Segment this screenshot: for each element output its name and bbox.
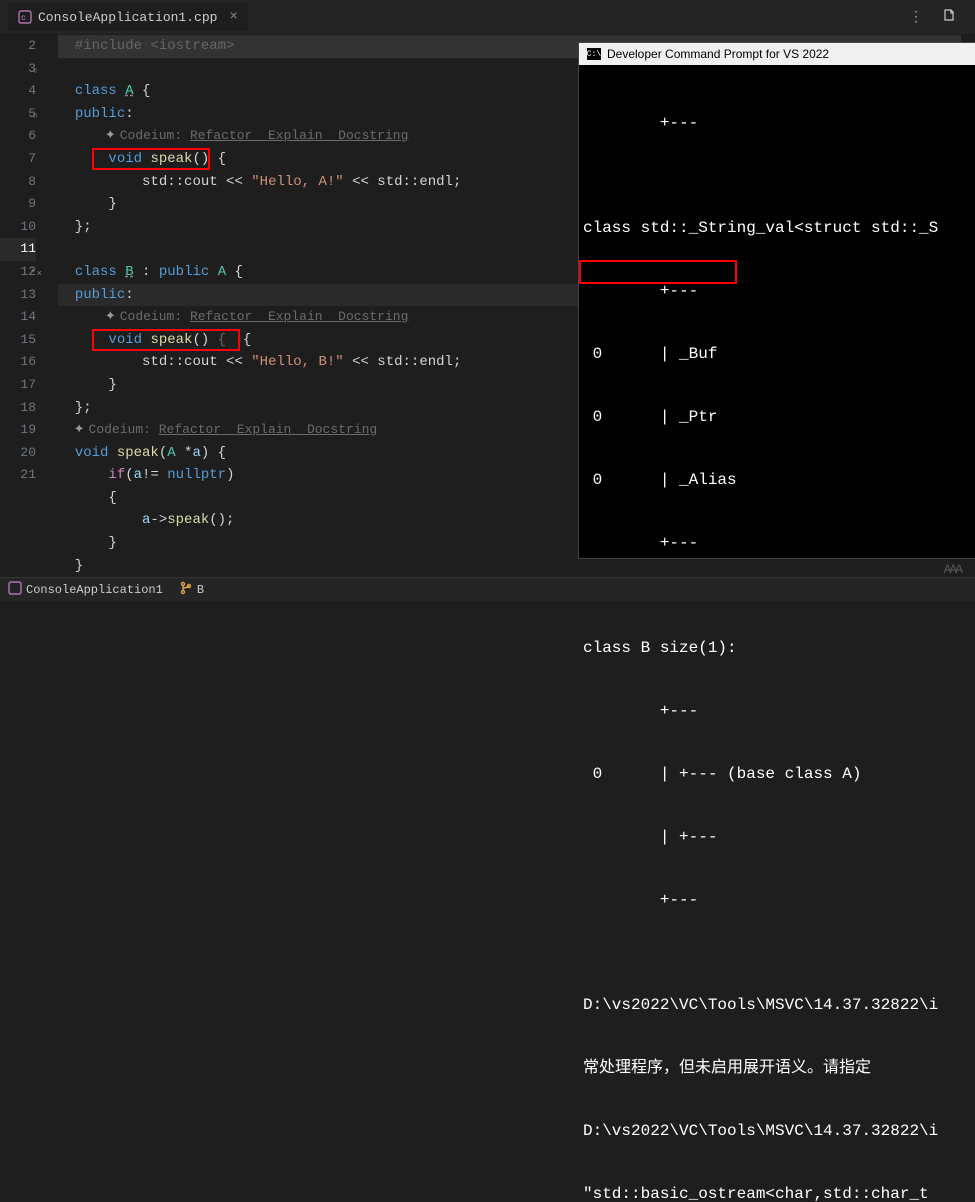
line-number: 15 bbox=[0, 329, 36, 352]
sparkle-icon: ✦ bbox=[105, 128, 116, 143]
more-icon[interactable]: ⋮ bbox=[909, 9, 923, 26]
line-number: 2 bbox=[0, 35, 36, 58]
project-icon bbox=[8, 581, 22, 599]
status-branch-name: B bbox=[197, 583, 204, 597]
gutter-marker-icon: ○ bbox=[33, 60, 38, 83]
terminal-line: 常处理程序，但未启用展开语义。请指定 bbox=[583, 1058, 973, 1079]
terminal-line: 0 | _Ptr bbox=[583, 407, 973, 428]
line-number: 13 bbox=[0, 284, 36, 307]
terminal-line: | +--- bbox=[583, 827, 973, 848]
line-number: 5○ bbox=[0, 103, 36, 126]
terminal-line: 0 | +--- (base class A) bbox=[583, 764, 973, 785]
terminal-title-bar[interactable]: C:\ Developer Command Prompt for VS 2022 bbox=[579, 43, 975, 65]
svg-text:c: c bbox=[21, 14, 26, 23]
editor-tab-bar: c ConsoleApplication1.cpp × ⋮ bbox=[0, 0, 975, 35]
line-number: 6 bbox=[0, 125, 36, 148]
line-number: 4 bbox=[0, 80, 36, 103]
line-number: 19 bbox=[0, 419, 36, 442]
line-number: 8 bbox=[0, 171, 36, 194]
line-gutter: 2 3○ 4 5○ 6 7 8 9 10 11 12⌃× 13 14 15 16… bbox=[0, 35, 50, 577]
status-branch[interactable]: B bbox=[179, 581, 204, 599]
status-project-name: ConsoleApplication1 bbox=[26, 583, 163, 597]
line-number: 14 bbox=[0, 306, 36, 329]
terminal-line: +--- bbox=[583, 890, 973, 911]
terminal-line: 0 | _Alias bbox=[583, 470, 973, 491]
file-tab[interactable]: c ConsoleApplication1.cpp × bbox=[8, 3, 248, 31]
line-number: 11 bbox=[0, 238, 36, 261]
terminal-line: D:\vs2022\VC\Tools\MSVC\14.37.32822\i bbox=[583, 995, 973, 1016]
terminal-line: class std::_String_val<struct std::_S bbox=[583, 218, 973, 239]
terminal-line: D:\vs2022\VC\Tools\MSVC\14.37.32822\i bbox=[583, 1121, 973, 1142]
notification-icon[interactable] bbox=[941, 7, 957, 28]
line-number: 9 bbox=[0, 193, 36, 216]
close-icon[interactable]: × bbox=[229, 9, 237, 25]
terminal-line: 0 | _Buf bbox=[583, 344, 973, 365]
line-number: 21 bbox=[0, 464, 36, 487]
line-number: 3○ bbox=[0, 58, 36, 81]
tab-filename: ConsoleApplication1.cpp bbox=[38, 10, 217, 25]
line-number: 10 bbox=[0, 216, 36, 239]
gutter-marker-icon: ○ bbox=[33, 105, 38, 128]
terminal-line: class B size(1): bbox=[583, 638, 973, 659]
terminal-body[interactable]: +--- class std::_String_val<struct std::… bbox=[579, 65, 975, 1202]
line-number: 20 bbox=[0, 442, 36, 465]
terminal-line: +--- bbox=[583, 113, 973, 134]
line-number: 16 bbox=[0, 351, 36, 374]
line-number: 12⌃× bbox=[0, 261, 36, 284]
terminal-line: "std::basic_ostream<char,std::char_t bbox=[583, 1184, 973, 1202]
line-number: 17 bbox=[0, 374, 36, 397]
line-number: 7 bbox=[0, 148, 36, 171]
status-project[interactable]: ConsoleApplication1 bbox=[8, 581, 163, 599]
terminal-window[interactable]: C:\ Developer Command Prompt for VS 2022… bbox=[578, 42, 975, 559]
branch-icon bbox=[179, 581, 193, 599]
terminal-line: +--- bbox=[583, 533, 973, 554]
line-number: 18 bbox=[0, 397, 36, 420]
cmd-icon: C:\ bbox=[587, 48, 601, 60]
cpp-file-icon: c bbox=[18, 10, 32, 24]
gutter-marker-icon: ⌃× bbox=[29, 263, 42, 286]
sparkle-icon: ✦ bbox=[105, 309, 116, 324]
sparkle-icon: ✦ bbox=[74, 422, 85, 437]
terminal-line: +--- bbox=[583, 281, 973, 302]
top-right-actions: ⋮ bbox=[909, 7, 975, 28]
terminal-title-text: Developer Command Prompt for VS 2022 bbox=[607, 47, 829, 61]
terminal-line: +--- bbox=[583, 701, 973, 722]
